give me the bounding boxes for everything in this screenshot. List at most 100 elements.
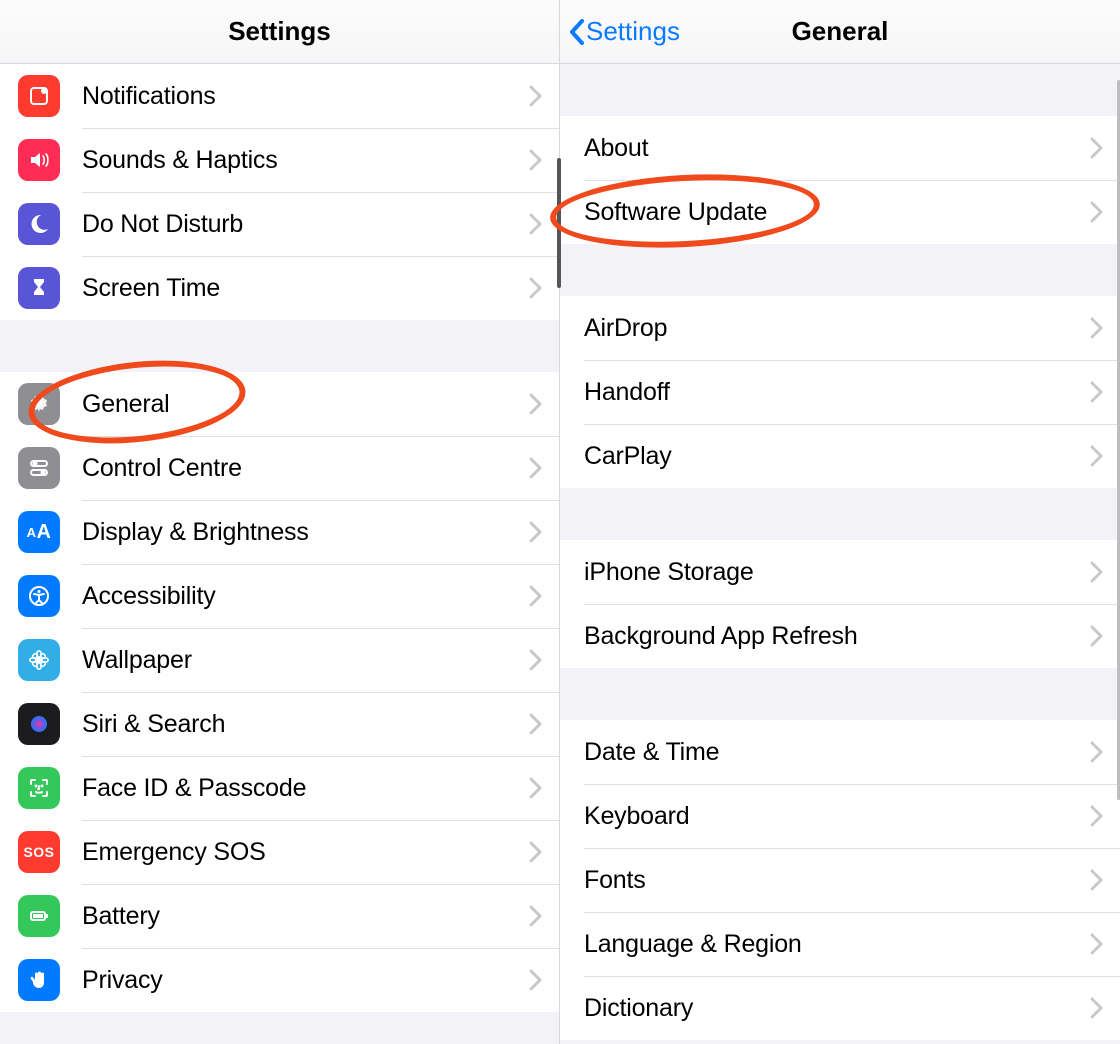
row-label: About: [584, 134, 1090, 163]
faceid-icon: [18, 767, 60, 809]
row-label: CarPlay: [584, 442, 1090, 471]
siri-icon: [18, 703, 60, 745]
chevron-right-icon: [529, 393, 543, 415]
row-label: Language & Region: [584, 930, 1090, 959]
chevron-right-icon: [1090, 997, 1104, 1019]
row-label: Date & Time: [584, 738, 1090, 767]
hourglass-icon: [18, 267, 60, 309]
text-size-icon: AA: [18, 511, 60, 553]
chevron-right-icon: [1090, 805, 1104, 827]
general-list[interactable]: About Software Update AirDrop Handoff: [560, 64, 1120, 1044]
general-group: iPhone Storage Background App Refresh: [560, 540, 1120, 668]
row-label: Siri & Search: [82, 710, 529, 739]
chevron-right-icon: [1090, 561, 1104, 583]
row-label: Software Update: [584, 198, 1090, 227]
hand-icon: [18, 959, 60, 1001]
group-spacer: [0, 320, 559, 372]
back-label: Settings: [586, 16, 680, 47]
row-carplay[interactable]: CarPlay: [560, 424, 1120, 488]
row-label: Accessibility: [82, 582, 529, 611]
battery-icon: [18, 895, 60, 937]
row-label: Control Centre: [82, 454, 529, 483]
group-spacer: [560, 668, 1120, 720]
chevron-right-icon: [529, 777, 543, 799]
row-faceid[interactable]: Face ID & Passcode: [0, 756, 559, 820]
row-label: Fonts: [584, 866, 1090, 895]
flower-icon: [18, 639, 60, 681]
chevron-right-icon: [529, 149, 543, 171]
chevron-right-icon: [1090, 625, 1104, 647]
row-label: Notifications: [82, 82, 529, 111]
chevron-right-icon: [529, 457, 543, 479]
sos-icon: SOS: [18, 831, 60, 873]
group-spacer: [0, 1012, 559, 1030]
general-group: AirDrop Handoff CarPlay: [560, 296, 1120, 488]
chevron-right-icon: [529, 85, 543, 107]
row-battery[interactable]: Battery: [0, 884, 559, 948]
app-container: Settings Notifications Sounds & Haptics: [0, 0, 1120, 1044]
row-label: Face ID & Passcode: [82, 774, 529, 803]
settings-list[interactable]: Notifications Sounds & Haptics Do Not Di…: [0, 64, 559, 1044]
general-navbar: Settings General: [560, 0, 1120, 64]
scroll-indicator[interactable]: [557, 158, 561, 288]
row-general[interactable]: General: [0, 372, 559, 436]
row-background-refresh[interactable]: Background App Refresh: [560, 604, 1120, 668]
row-iphone-storage[interactable]: iPhone Storage: [560, 540, 1120, 604]
row-dnd[interactable]: Do Not Disturb: [0, 192, 559, 256]
row-label: Keyboard: [584, 802, 1090, 831]
row-label: iPhone Storage: [584, 558, 1090, 587]
settings-group: General Control Centre AA Display & Brig…: [0, 372, 559, 1012]
row-accessibility[interactable]: Accessibility: [0, 564, 559, 628]
row-privacy[interactable]: Privacy: [0, 948, 559, 1012]
row-label: Sounds & Haptics: [82, 146, 529, 175]
row-screentime[interactable]: Screen Time: [0, 256, 559, 320]
general-title: General: [792, 16, 889, 47]
general-pane: Settings General About Software Update: [560, 0, 1120, 1044]
chevron-right-icon: [529, 521, 543, 543]
row-label: Screen Time: [82, 274, 529, 303]
row-keyboard[interactable]: Keyboard: [560, 784, 1120, 848]
accessibility-icon: [18, 575, 60, 617]
back-button[interactable]: Settings: [568, 16, 680, 47]
row-sounds[interactable]: Sounds & Haptics: [0, 128, 559, 192]
row-label: Battery: [82, 902, 529, 931]
row-label: Handoff: [584, 378, 1090, 407]
row-software-update[interactable]: Software Update: [560, 180, 1120, 244]
settings-pane: Settings Notifications Sounds & Haptics: [0, 0, 560, 1044]
row-siri[interactable]: Siri & Search: [0, 692, 559, 756]
row-handoff[interactable]: Handoff: [560, 360, 1120, 424]
settings-title: Settings: [228, 16, 331, 47]
row-fonts[interactable]: Fonts: [560, 848, 1120, 912]
row-label: Display & Brightness: [82, 518, 529, 547]
row-date-time[interactable]: Date & Time: [560, 720, 1120, 784]
row-label: General: [82, 390, 529, 419]
row-label: Background App Refresh: [584, 622, 1090, 651]
settings-navbar: Settings: [0, 0, 559, 64]
moon-icon: [18, 203, 60, 245]
group-spacer: [560, 64, 1120, 116]
chevron-right-icon: [529, 969, 543, 991]
chevron-left-icon: [568, 18, 586, 46]
chevron-right-icon: [1090, 933, 1104, 955]
row-language-region[interactable]: Language & Region: [560, 912, 1120, 976]
row-notifications[interactable]: Notifications: [0, 64, 559, 128]
row-display[interactable]: AA Display & Brightness: [0, 500, 559, 564]
general-group: About Software Update: [560, 116, 1120, 244]
general-group: Date & Time Keyboard Fonts Language & Re…: [560, 720, 1120, 1040]
row-label: Privacy: [82, 966, 529, 995]
row-label: Emergency SOS: [82, 838, 529, 867]
chevron-right-icon: [1090, 137, 1104, 159]
chevron-right-icon: [1090, 741, 1104, 763]
row-airdrop[interactable]: AirDrop: [560, 296, 1120, 360]
row-dictionary[interactable]: Dictionary: [560, 976, 1120, 1040]
row-sos[interactable]: SOS Emergency SOS: [0, 820, 559, 884]
row-wallpaper[interactable]: Wallpaper: [0, 628, 559, 692]
settings-group: Notifications Sounds & Haptics Do Not Di…: [0, 64, 559, 320]
chevron-right-icon: [1090, 445, 1104, 467]
chevron-right-icon: [529, 213, 543, 235]
row-label: Dictionary: [584, 994, 1090, 1023]
row-about[interactable]: About: [560, 116, 1120, 180]
chevron-right-icon: [529, 841, 543, 863]
chevron-right-icon: [1090, 869, 1104, 891]
row-control-centre[interactable]: Control Centre: [0, 436, 559, 500]
